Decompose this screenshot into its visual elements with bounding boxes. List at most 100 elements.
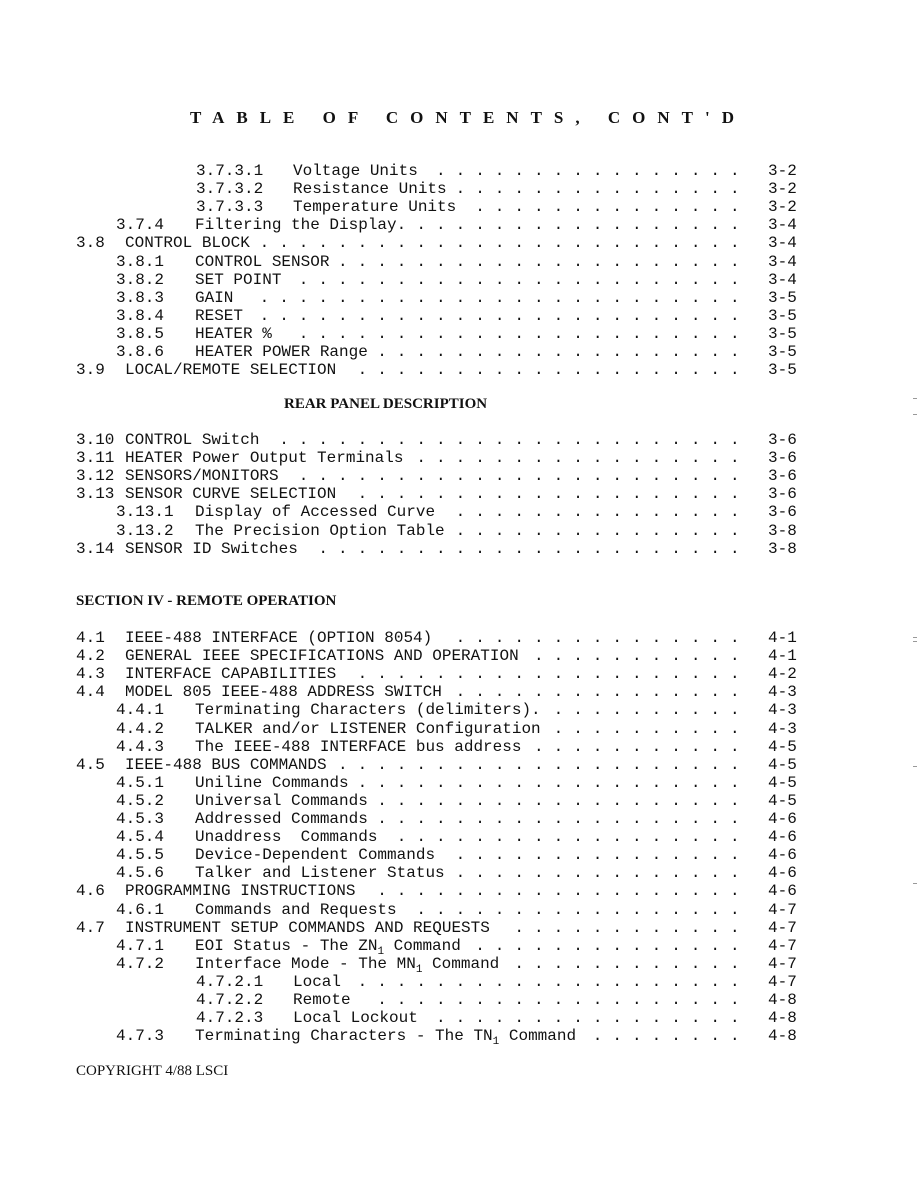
toc-entry-number: 4.7.3 [116,1027,165,1046]
toc-entry[interactable]: 4.5.5 Device-Dependent Commands..........… [0,846,918,864]
scan-edge-mark [913,883,917,884]
toc-entry[interactable]: 4.4.2 TALKER and/or LISTENER Configuratio… [0,720,918,738]
toc-entry[interactable]: 4.7 INSTRUMENT SETUP COMMANDS AND REQUEST… [0,919,918,937]
toc-entry-page: 3-8 [768,521,797,540]
scan-edge-mark [913,398,917,399]
toc-entry[interactable]: 3.7.3.3 Temperature Units.............. 3-… [0,198,918,216]
toc-entry-title: SET POINT [195,270,282,289]
toc-entry[interactable]: 3.8.4 RESET......................... 3-5 [0,307,918,325]
toc-entry-number: 4.4.3 [116,737,165,756]
toc-entry[interactable]: 3.8.2 SET POINT....................... 3-4 [0,271,918,289]
toc-entry[interactable]: 3.8.6 HEATER POWER Range.................… [0,343,918,361]
toc-entry-title: SENSORS/MONITORS [125,467,279,486]
toc-entry-number: 4.5.6 [116,864,165,883]
toc-entry-number: 3.8.6 [116,343,165,361]
toc-entry-page: 3-2 [768,162,797,180]
toc-entry[interactable]: 3.7.4 Filtering the Display..............… [0,216,918,234]
dot-leader: .................... [357,361,750,380]
toc-entry-title: Addressed Commands [195,810,368,828]
toc-entry-title: Commands and Requests [195,900,397,919]
toc-entry[interactable]: 4.7.3 Terminating Characters - The TN1 Co… [0,1027,918,1048]
toc-entry[interactable]: 4.7.1 EOI Status - The ZN1 Command.......… [0,936,918,958]
toc-entry-title: EOI Status - The ZN1 Command [195,936,461,958]
toc-entry-page: 3-5 [768,343,797,361]
toc-entry[interactable]: 3.8 CONTROL BLOCK........................… [0,234,918,252]
toc-entry[interactable]: 4.7.2.1 Local.................... 4-7 [0,973,918,991]
toc-entry-number: 3.11 [76,449,115,468]
toc-entry[interactable]: 4.5.3 Addressed Commands.................… [0,810,918,828]
toc-entry[interactable]: 4.5 IEEE-488 BUS COMMANDS................… [0,756,918,774]
toc-entry-title: Display of Accessed Curve [195,503,436,522]
dot-leader: ................... [377,882,750,901]
toc-entry[interactable]: 3.13 SENSOR CURVE SELECTION..............… [0,485,918,503]
toc-entry-page: 4-1 [768,629,797,647]
toc-entry[interactable]: 3.11 HEATER Power Output Terminals.......… [0,449,918,467]
toc-entry[interactable]: 4.7.2.3 Local Lockout................ 4-8 [0,1009,918,1027]
dot-leader: .................. [396,828,750,847]
toc-entry-number: 3.8.3 [116,288,165,307]
toc-entry-title: HEATER Power Output Terminals [125,449,404,468]
toc-entry[interactable]: 4.4.1 Terminating Characters (delimiters)… [0,701,918,719]
dot-leader: .................... [357,972,750,991]
toc-entry[interactable]: 4.5.4 Unaddress Commands.................… [0,828,918,846]
toc-entry[interactable]: 4.5.2 Universal Commands.................… [0,792,918,810]
toc-entry[interactable]: 4.6 PROGRAMMING INSTRUCTIONS.............… [0,882,918,900]
toc-entry-page: 3-5 [768,306,797,325]
toc-entry-number: 4.5.1 [116,773,165,792]
scan-edge-mark [913,641,917,642]
toc-entry[interactable]: 4.4 MODEL 805 IEEE-488 ADDRESS SWITCH....… [0,683,918,701]
toc-entry[interactable]: 3.8.3 GAIN......................... 3-5 [0,289,918,307]
toc-entry[interactable]: 3.14 SENSOR ID Switches..................… [0,540,918,558]
toc-entry[interactable]: 3.9 LOCAL/REMOTE SELECTION...............… [0,361,918,379]
toc-entry-page: 4-2 [768,665,797,684]
toc-entry-number: 3.7.3.2 [196,180,264,199]
dot-leader: ................. [416,449,750,468]
toc-entry-page: 3-6 [768,431,797,449]
toc-entry-page: 3-2 [768,180,797,199]
toc-entry-title: Uniline Commands [195,773,349,792]
toc-entry-number: 3.14 [76,539,115,558]
toc-entry[interactable]: 3.8.5 HEATER %....................... 3-5 [0,325,918,343]
dot-leader: ........ [592,1027,750,1046]
toc-entry-title: CONTROL Switch [125,431,260,449]
toc-entry[interactable]: 4.4.3 The IEEE-488 INTERFACE bus address.… [0,738,918,756]
toc-entry[interactable]: 3.13.2 The Precision Option Table........… [0,522,918,540]
toc-entry-page: 3-5 [768,288,797,307]
dot-leader: ............... [455,864,750,883]
toc-entry-title: GENERAL IEEE SPECIFICATIONS AND OPERATIO… [125,647,519,666]
toc-entry-title: Device-Dependent Commands [195,846,436,865]
toc-entry[interactable]: 4.5.1 Uniline Commands...................… [0,774,918,792]
toc-entry[interactable]: 4.2 GENERAL IEEE SPECIFICATIONS AND OPERA… [0,647,918,665]
toc-entry[interactable]: 3.12 SENSORS/MONITORS....................… [0,467,918,485]
toc-entry[interactable]: 3.10 CONTROL Switch......................… [0,431,918,449]
toc-entry-title: Remote [293,991,351,1009]
toc-entry-page: 4-7 [768,918,797,937]
toc-entry[interactable]: 4.6.1 Commands and Requests..............… [0,901,918,919]
dot-leader: ............ [514,918,750,937]
dot-leader: ......................... [259,306,750,325]
page-title: TABLE OF CONTENTS, CONT'D [190,108,746,127]
toc-entry[interactable]: 4.7.2.2 Remote................... 4-8 [0,991,918,1009]
toc-entry[interactable]: 3.7.3.2 Resistance Units............... 3-… [0,180,918,198]
toc-entry[interactable]: 3.13.1 Display of Accessed Curve.........… [0,503,918,521]
dot-leader: .................... [357,485,750,504]
toc-entry-number: 4.4.1 [116,701,165,720]
toc-entry[interactable]: 4.1 IEEE-488 INTERFACE (OPTION 8054).....… [0,629,918,647]
toc-entry[interactable]: 4.3 INTERFACE CAPABILITIES...............… [0,665,918,683]
toc-entry[interactable]: 3.8.1 CONTROL SENSOR.....................… [0,253,918,271]
dot-leader: ................ [436,1009,750,1028]
toc-entry-number: 4.4 [76,683,105,702]
toc-entry[interactable]: 3.7.3.1 Voltage Units................ 3-2 [0,162,918,180]
toc-entry-number: 4.4.2 [116,719,165,738]
toc-entry-page: 4-6 [768,846,797,865]
toc-entry-title: Universal Commands [195,791,368,810]
toc-entry-number: 3.8.5 [116,324,165,343]
dot-leader: ........................ [279,431,750,449]
toc-entry[interactable]: 4.5.6 Talker and Listener Status.........… [0,864,918,882]
toc-entry-page: 4-5 [768,737,797,756]
toc-entry-title: Local [293,972,342,991]
toc-entry-title: Resistance Units [293,180,447,199]
toc-entry[interactable]: 4.7.2 Interface Mode - The MN1 Command...… [0,955,918,976]
toc-entry-page: 3-6 [768,449,797,468]
toc-entry-title: CONTROL BLOCK [125,234,250,253]
